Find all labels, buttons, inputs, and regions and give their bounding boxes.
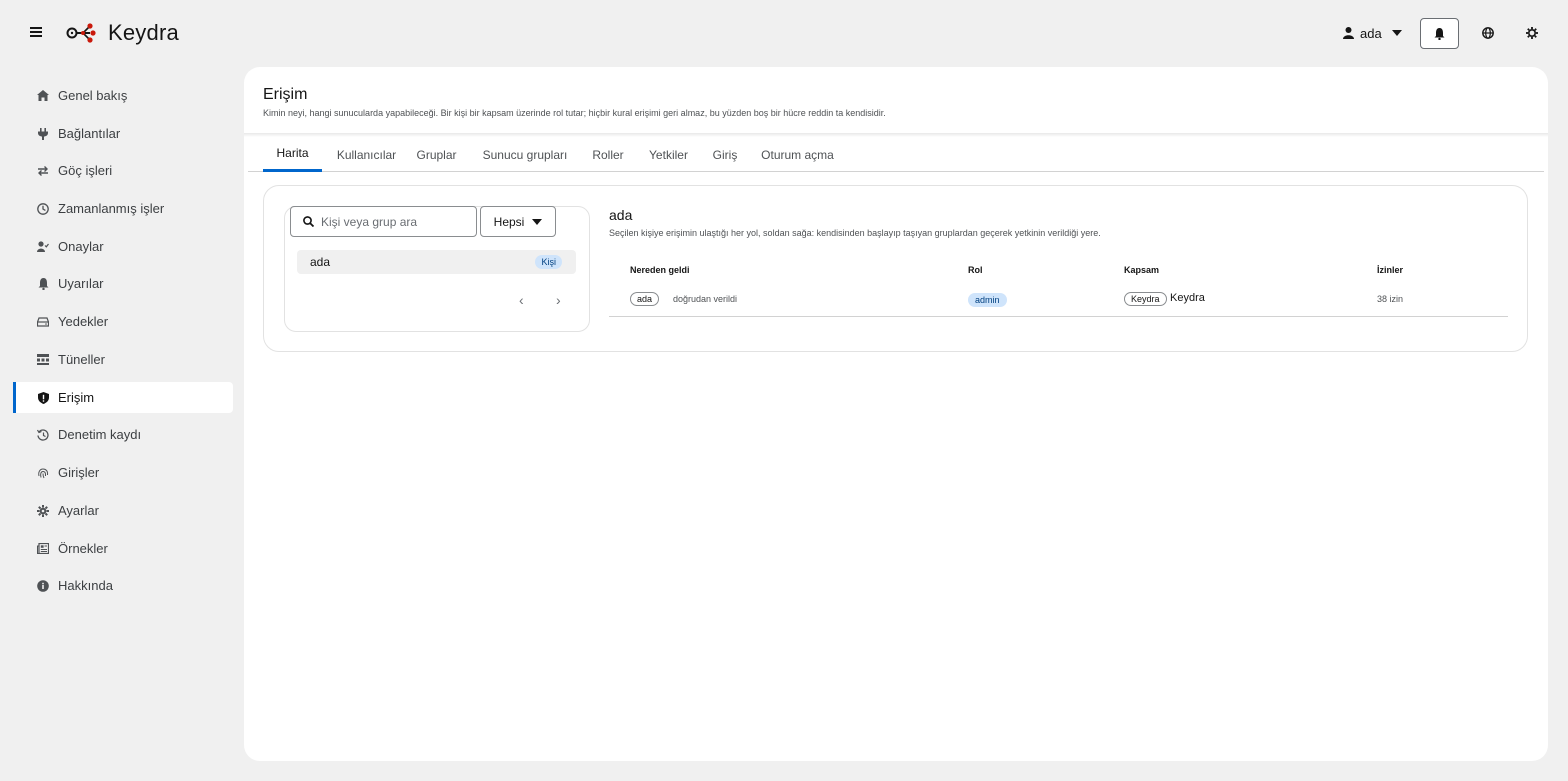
sidebar-item-erisim[interactable]: Erişim — [13, 382, 233, 413]
sidebar-item-label: Erişim — [58, 390, 95, 405]
user-check-icon — [36, 240, 50, 254]
newspaper-icon — [36, 542, 50, 556]
theme-settings-button[interactable] — [1522, 23, 1542, 43]
info-icon — [36, 579, 50, 593]
access-map-card: Kişi veya grup ara Hepsi ada Kişi ‹ › ad… — [263, 185, 1528, 352]
chevron-down-icon — [532, 218, 543, 225]
permissions-count: 38 izin — [1377, 294, 1404, 304]
sidebar-item-label: Tüneller — [58, 352, 105, 367]
gear-icon — [36, 504, 50, 518]
sidebar-item-label: Örnekler — [58, 541, 108, 556]
column-header: Rol — [968, 265, 983, 275]
sidebar-item-ayarlar[interactable]: Ayarlar — [13, 495, 233, 526]
user-menu[interactable]: ada — [1343, 24, 1402, 42]
sidebar-item-label: Bağlantılar — [58, 126, 121, 141]
sidebar-item-label: Zamanlanmış işler — [58, 201, 165, 216]
sidebar-item-genel-bakis[interactable]: Genel bakış — [13, 80, 233, 111]
network-icon — [36, 353, 50, 367]
user-name: ada — [1360, 25, 1382, 41]
tab-giris[interactable]: Giriş — [710, 137, 740, 172]
sidebar-item-label: Uyarılar — [58, 276, 104, 291]
page-title: Erişim — [263, 86, 308, 103]
sidebar-item-label: Hakkında — [58, 578, 113, 593]
source-pill[interactable]: ada — [630, 292, 660, 306]
fingerprint-icon — [36, 466, 50, 480]
sidebar-item-onaylar[interactable]: Onaylar — [13, 231, 233, 262]
chevron-down-icon — [1391, 30, 1402, 36]
bell-icon — [1434, 27, 1445, 40]
column-header: İzinler — [1377, 265, 1404, 275]
sidebar-item-hakkinda[interactable]: Hakkında — [13, 570, 233, 601]
tab-kullanicilar[interactable]: Kullanıcılar — [335, 137, 398, 172]
column-header: Nereden geldi — [630, 265, 690, 275]
globe-icon — [1482, 27, 1494, 39]
gear-icon — [1526, 27, 1538, 39]
sidebar-item-ornekler[interactable]: Örnekler — [13, 533, 233, 564]
tab-gruplar[interactable]: Gruplar — [413, 137, 460, 172]
row-divider — [609, 316, 1508, 317]
brand-logo[interactable]: Keydra — [66, 19, 179, 47]
plug-icon — [36, 127, 50, 141]
scope-pill[interactable]: Keydra — [1124, 292, 1167, 306]
history-icon — [36, 428, 50, 442]
bell-icon — [36, 277, 50, 291]
role-badge[interactable]: admin — [968, 293, 1007, 307]
search-input[interactable]: Kişi veya grup ara — [290, 206, 477, 237]
sidebar-item-baglantilar[interactable]: Bağlantılar — [13, 118, 233, 149]
filter-value: Hepsi — [493, 214, 525, 229]
scope-text: Keydra — [1170, 292, 1205, 304]
user-icon — [1343, 27, 1354, 39]
tab-oturum-acma[interactable]: Oturum açma — [758, 137, 837, 172]
drive-icon — [36, 315, 50, 329]
search-placeholder: Kişi veya grup ara — [321, 214, 418, 229]
detail-description: Seçilen kişiye erişimin ulaştığı her yol… — [609, 228, 1101, 238]
sidebar-item-label: Onaylar — [58, 239, 104, 254]
sidebar-item-uyarilar[interactable]: Uyarılar — [13, 268, 233, 299]
previous-page-icon[interactable]: ‹ — [519, 293, 529, 307]
sidebar-item-goc-isleri[interactable]: Göç işleri — [13, 155, 233, 186]
subject-type-badge: Kişi — [535, 255, 562, 269]
sidebar-item-label: Ayarlar — [58, 503, 99, 518]
source-text: doğrudan verildi — [673, 294, 738, 304]
sidebar-item-zamanlanmis-isler[interactable]: Zamanlanmış işler — [13, 193, 233, 224]
list-item[interactable]: ada Kişi — [297, 250, 576, 274]
tab-bar: Harita Kullanıcılar Gruplar Sunucu grupl… — [248, 137, 1544, 172]
language-button[interactable] — [1478, 23, 1498, 43]
sidebar-item-denetim-kaydi[interactable]: Denetim kaydı — [13, 419, 233, 450]
next-page-icon[interactable]: › — [556, 293, 566, 307]
hamburger-menu-icon[interactable] — [30, 26, 42, 38]
search-icon — [303, 216, 314, 227]
keydra-logo-icon — [66, 23, 96, 43]
clock-icon — [36, 202, 50, 216]
subject-picker: Kişi veya grup ara Hepsi ada Kişi ‹ › — [284, 206, 590, 332]
masthead: Keydra ada — [0, 0, 1568, 66]
sidebar-item-girisler[interactable]: Girişler — [13, 457, 233, 488]
tab-harita[interactable]: Harita — [263, 137, 322, 172]
notifications-button[interactable] — [1420, 18, 1459, 49]
home-icon — [36, 89, 50, 103]
sidebar-item-tuneller[interactable]: Tüneller — [13, 344, 233, 375]
sidebar-item-yedekler[interactable]: Yedekler — [13, 306, 233, 337]
shield-icon — [36, 391, 50, 405]
sidebar-item-label: Genel bakış — [58, 88, 128, 103]
filter-dropdown[interactable]: Hepsi — [480, 206, 556, 237]
detail-title: ada — [609, 207, 633, 223]
sidebar-item-label: Denetim kaydı — [58, 427, 142, 442]
column-header: Kapsam — [1124, 265, 1160, 275]
subject-name: ada — [310, 255, 331, 269]
app-name: Keydra — [108, 20, 179, 45]
sidebar-item-label: Göç işleri — [58, 163, 113, 178]
tab-yetkiler[interactable]: Yetkiler — [646, 137, 691, 172]
sidebar-item-label: Girişler — [58, 465, 100, 480]
tab-roller[interactable]: Roller — [590, 137, 626, 172]
main-panel: Erişim Kimin neyi, hangi sunucularda yap… — [244, 67, 1548, 761]
page-description: Kimin neyi, hangi sunucularda yapabilece… — [263, 108, 886, 118]
sidebar-item-label: Yedekler — [58, 314, 109, 329]
exchange-icon — [36, 164, 50, 178]
tab-sunucu-gruplari[interactable]: Sunucu grupları — [480, 137, 570, 172]
